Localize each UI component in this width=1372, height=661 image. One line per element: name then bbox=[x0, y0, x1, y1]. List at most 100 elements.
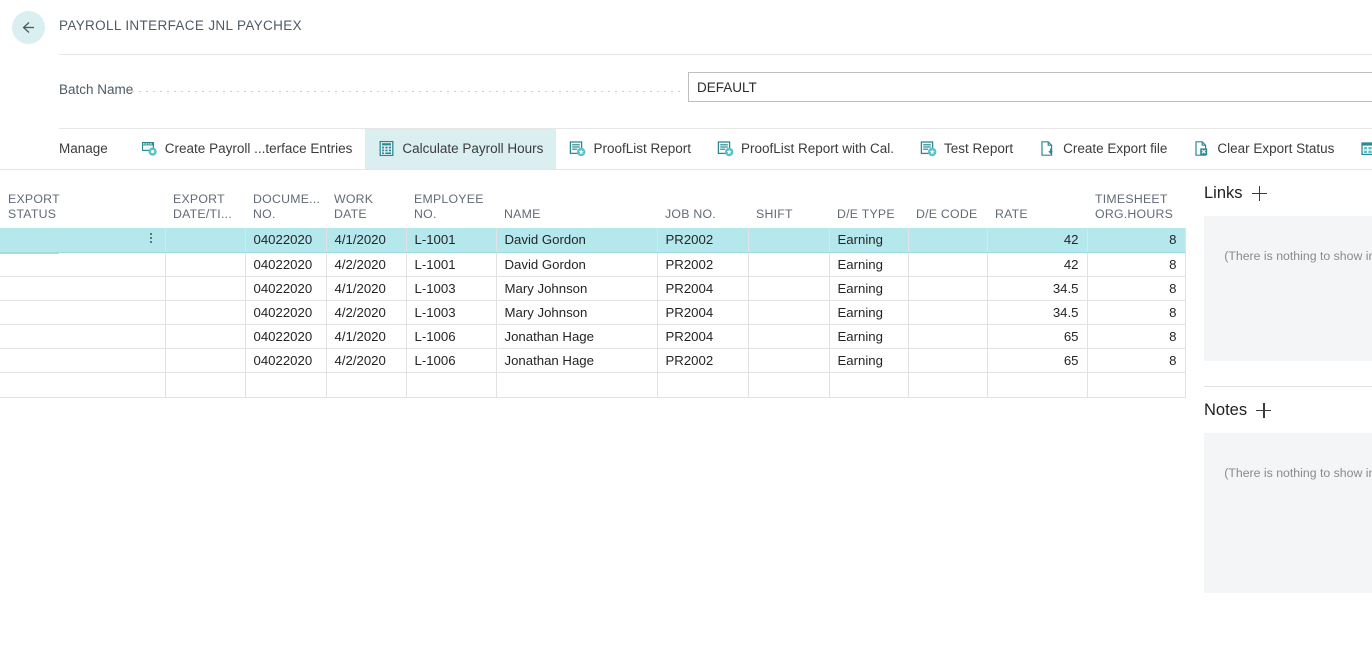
column-header-export-datetime[interactable]: EXPORT DATE/TI... bbox=[165, 170, 245, 228]
column-header-de-type[interactable]: D/E TYPE bbox=[829, 170, 908, 228]
cell-document_no[interactable]: 04022020 bbox=[245, 252, 326, 276]
kebab-menu-icon[interactable] bbox=[150, 280, 152, 294]
cell-timesheet_org_hours[interactable]: 8 bbox=[1087, 276, 1185, 300]
cell-rate[interactable]: 65 bbox=[987, 324, 1087, 348]
row-menu-button[interactable] bbox=[138, 228, 165, 252]
column-header-employee-no[interactable]: EMPLOYEE NO. bbox=[406, 170, 496, 228]
cell-rate[interactable]: 34.5 bbox=[987, 300, 1087, 324]
column-header-shift[interactable]: SHIFT bbox=[748, 170, 829, 228]
cell-employee_no[interactable]: L-1003 bbox=[406, 300, 496, 324]
cell-document_no[interactable]: 04022020 bbox=[245, 300, 326, 324]
cell-work_date[interactable]: 4/1/2020 bbox=[326, 276, 406, 300]
column-header-document-no[interactable]: DOCUME... NO. bbox=[245, 170, 326, 228]
cell-name[interactable]: Mary Johnson bbox=[496, 300, 657, 324]
column-header-rate[interactable]: RATE bbox=[987, 170, 1087, 228]
table-row[interactable]: 040220204/1/2020L-1001David GordonPR2002… bbox=[0, 228, 1185, 252]
cell-employee_no[interactable]: L-1006 bbox=[406, 348, 496, 372]
cell-shift[interactable] bbox=[748, 276, 829, 300]
table-row[interactable]: 040220204/1/2020L-1006Jonathan HagePR200… bbox=[0, 324, 1185, 348]
cell-export_status[interactable] bbox=[0, 228, 138, 252]
cell-de_type[interactable]: Earning bbox=[829, 300, 908, 324]
table-row[interactable]: 040220204/1/2020L-1003Mary JohnsonPR2004… bbox=[0, 276, 1185, 300]
cell-de_code[interactable] bbox=[908, 300, 987, 324]
cell-employee_no[interactable] bbox=[406, 372, 496, 397]
cell-work_date[interactable]: 4/1/2020 bbox=[326, 324, 406, 348]
cell-shift[interactable] bbox=[748, 348, 829, 372]
cell-job_no[interactable]: PR2004 bbox=[657, 324, 748, 348]
table-row[interactable]: 040220204/2/2020L-1001David GordonPR2002… bbox=[0, 252, 1185, 276]
column-header-job-no[interactable]: JOB NO. bbox=[657, 170, 748, 228]
back-button[interactable] bbox=[12, 11, 45, 44]
cell-timesheet_org_hours[interactable]: 8 bbox=[1087, 228, 1185, 252]
column-header-name[interactable]: NAME bbox=[496, 170, 657, 228]
cell-export_status[interactable] bbox=[0, 348, 138, 372]
cell-timesheet_org_hours[interactable]: 8 bbox=[1087, 300, 1185, 324]
column-header-work-date[interactable]: WORK DATE bbox=[326, 170, 406, 228]
cell-shift[interactable] bbox=[748, 228, 829, 252]
cell-de_code[interactable] bbox=[908, 348, 987, 372]
cell-work_date[interactable]: 4/1/2020 bbox=[326, 228, 406, 252]
column-header-export-status[interactable]: EXPORT STATUS bbox=[0, 170, 165, 228]
cell-export_status[interactable] bbox=[0, 276, 138, 300]
cell-job_no[interactable]: PR2004 bbox=[657, 276, 748, 300]
cell-job_no[interactable]: PR2004 bbox=[657, 300, 748, 324]
cell-work_date[interactable] bbox=[326, 372, 406, 397]
cell-employee_no[interactable]: L-1001 bbox=[406, 252, 496, 276]
cell-de_type[interactable]: Earning bbox=[829, 348, 908, 372]
cell-export_datetime[interactable] bbox=[165, 324, 245, 348]
cell-employee_no[interactable]: L-1001 bbox=[406, 228, 496, 252]
kebab-menu-icon[interactable] bbox=[150, 304, 152, 318]
ribbon-item-prooflist-report-with-cal[interactable]: ProofList Report with Cal. bbox=[704, 128, 907, 169]
cell-export_datetime[interactable] bbox=[165, 372, 245, 397]
cell-export_datetime[interactable] bbox=[165, 228, 245, 252]
ribbon-item-manage[interactable]: Manage bbox=[59, 128, 128, 169]
cell-rate[interactable] bbox=[987, 372, 1087, 397]
cell-de_code[interactable] bbox=[908, 324, 987, 348]
cell-timesheet_org_hours[interactable] bbox=[1087, 372, 1185, 397]
cell-employee_no[interactable]: L-1006 bbox=[406, 324, 496, 348]
table-row[interactable]: 040220204/2/2020L-1003Mary JohnsonPR2004… bbox=[0, 300, 1185, 324]
cell-de_type[interactable]: Earning bbox=[829, 252, 908, 276]
ribbon-item-archive-exported-lines[interactable]: Archive Exported lines bbox=[1347, 128, 1372, 169]
kebab-menu-icon[interactable] bbox=[150, 352, 152, 366]
cell-rate[interactable]: 65 bbox=[987, 348, 1087, 372]
cell-document_no[interactable]: 04022020 bbox=[245, 228, 326, 252]
column-header-timesheet-org-hours[interactable]: TIMESHEET ORG.HOURS bbox=[1087, 170, 1185, 228]
cell-timesheet_org_hours[interactable]: 8 bbox=[1087, 324, 1185, 348]
cell-name[interactable]: David Gordon bbox=[496, 252, 657, 276]
cell-document_no[interactable]: 04022020 bbox=[245, 348, 326, 372]
cell-export_datetime[interactable] bbox=[165, 276, 245, 300]
table-row[interactable]: 040220204/2/2020L-1006Jonathan HagePR200… bbox=[0, 348, 1185, 372]
cell-shift[interactable] bbox=[748, 324, 829, 348]
cell-rate[interactable]: 34.5 bbox=[987, 276, 1087, 300]
table-row[interactable] bbox=[0, 372, 1185, 397]
row-menu-button[interactable] bbox=[138, 372, 165, 397]
cell-job_no[interactable] bbox=[657, 372, 748, 397]
cell-shift[interactable] bbox=[748, 252, 829, 276]
cell-work_date[interactable]: 4/2/2020 bbox=[326, 252, 406, 276]
cell-name[interactable]: Jonathan Hage bbox=[496, 348, 657, 372]
cell-job_no[interactable]: PR2002 bbox=[657, 252, 748, 276]
cell-timesheet_org_hours[interactable]: 8 bbox=[1087, 348, 1185, 372]
cell-export_datetime[interactable] bbox=[165, 348, 245, 372]
cell-name[interactable]: Mary Johnson bbox=[496, 276, 657, 300]
cell-name[interactable]: David Gordon bbox=[496, 228, 657, 252]
kebab-menu-icon[interactable] bbox=[150, 328, 152, 342]
cell-de_code[interactable] bbox=[908, 228, 987, 252]
cell-rate[interactable]: 42 bbox=[987, 252, 1087, 276]
row-menu-button[interactable] bbox=[138, 348, 165, 372]
cell-job_no[interactable]: PR2002 bbox=[657, 228, 748, 252]
column-header-de-code[interactable]: D/E CODE bbox=[908, 170, 987, 228]
row-menu-button[interactable] bbox=[138, 324, 165, 348]
kebab-menu-icon[interactable] bbox=[150, 231, 152, 245]
cell-work_date[interactable]: 4/2/2020 bbox=[326, 300, 406, 324]
cell-de_code[interactable] bbox=[908, 372, 987, 397]
cell-export_status[interactable] bbox=[0, 300, 138, 324]
cell-export_datetime[interactable] bbox=[165, 300, 245, 324]
cell-de_code[interactable] bbox=[908, 276, 987, 300]
cell-export_status[interactable] bbox=[0, 372, 138, 397]
cell-shift[interactable] bbox=[748, 372, 829, 397]
row-menu-button[interactable] bbox=[138, 276, 165, 300]
cell-name[interactable] bbox=[496, 372, 657, 397]
cell-document_no[interactable]: 04022020 bbox=[245, 276, 326, 300]
